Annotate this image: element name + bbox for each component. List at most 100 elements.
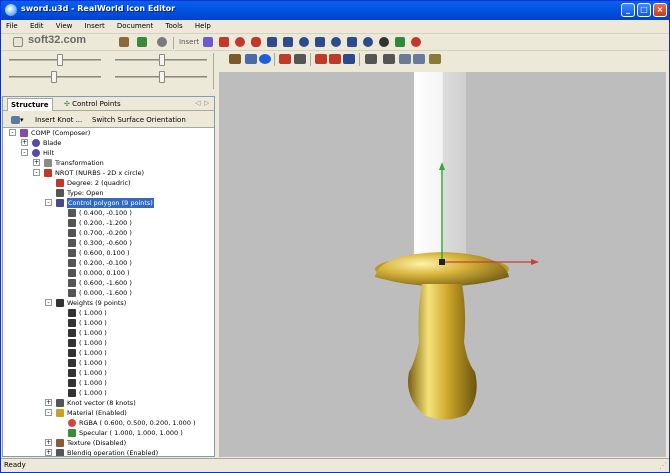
point-icon (68, 289, 76, 297)
expand-icon[interactable]: + (45, 439, 52, 446)
slider-3[interactable] (9, 71, 101, 83)
tree-node-label: Material (Enabled) (67, 409, 127, 417)
menu-edit[interactable]: Edit (25, 20, 49, 33)
maximize-button[interactable]: □ (637, 3, 651, 17)
slider-2[interactable] (115, 54, 207, 66)
object-icon (32, 149, 40, 157)
orbit-icon[interactable] (383, 54, 395, 64)
weight-icon (68, 339, 76, 347)
pivot-handle[interactable] (439, 259, 445, 265)
collapse-icon[interactable]: - (45, 199, 52, 206)
expand-icon[interactable]: + (45, 399, 52, 406)
structure-toolbar: ▾ Insert Knot ... Switch Surface Orienta… (3, 111, 214, 128)
zoom-icon[interactable] (399, 54, 411, 64)
expand-icon[interactable]: + (33, 159, 40, 166)
menu-tools[interactable]: Tools (160, 20, 187, 33)
weight-icon (68, 319, 76, 327)
tab-scroll-right-icon[interactable]: ▷ (204, 99, 209, 107)
pan-icon[interactable] (413, 54, 425, 64)
plugin-icon[interactable] (137, 37, 147, 47)
weight-icon (68, 379, 76, 387)
axis-z-icon[interactable] (343, 54, 355, 64)
menu-file[interactable]: File (1, 20, 23, 33)
menu-help[interactable]: Help (190, 20, 216, 33)
tree-node-label: Hilt (43, 149, 55, 157)
axis-x-icon[interactable] (315, 54, 327, 64)
tree-node-label: ( 0.000, 0.100 ) (79, 269, 130, 277)
insert-ring-icon[interactable] (363, 37, 373, 47)
sword-3d-model (375, 72, 539, 420)
close-button[interactable]: × (653, 3, 667, 17)
tree-node-label: COMP (Composer) (31, 129, 91, 137)
undo-icon[interactable] (157, 37, 167, 47)
insert-knot-button[interactable]: Insert Knot ... (31, 113, 86, 126)
insert-cube-icon[interactable] (219, 37, 229, 47)
insert-ball-icon[interactable] (299, 37, 309, 47)
insert-hat-icon[interactable] (411, 37, 421, 47)
title-bar[interactable]: sword.u3d - RealWorld Icon Editor _ □ × (1, 1, 669, 20)
axis-y-icon[interactable] (329, 54, 341, 64)
minimize-button[interactable]: _ (621, 3, 635, 17)
3d-viewport[interactable] (219, 72, 666, 457)
insert-wheel-icon[interactable] (379, 37, 389, 47)
window-title: sword.u3d - RealWorld Icon Editor (21, 4, 176, 13)
collapse-icon[interactable]: - (45, 409, 52, 416)
paint-icon[interactable] (119, 37, 129, 47)
specular-icon (68, 429, 76, 437)
palette-icon[interactable] (229, 54, 241, 64)
tree-node-label: ( 0.700, -0.200 ) (79, 229, 132, 237)
tab-structure[interactable]: Structure (7, 98, 53, 111)
new-document-icon[interactable] (13, 37, 23, 47)
weight-icon (68, 359, 76, 367)
structure-tree: - COMP (Composer) + Blade - Hilt + Transformati… (3, 128, 214, 456)
expand-icon[interactable]: + (45, 449, 52, 456)
slider-4[interactable] (115, 71, 207, 83)
scale-icon (56, 299, 64, 307)
insert-box-icon[interactable] (283, 37, 293, 47)
insert-cup-icon[interactable] (395, 37, 405, 47)
slider-1[interactable] (9, 54, 101, 66)
light-icon[interactable] (429, 54, 441, 64)
point-icon (68, 219, 76, 227)
structure-menu-button[interactable]: ▾ (7, 113, 28, 126)
weight-icon (68, 389, 76, 397)
menu-document[interactable]: Document (112, 20, 158, 33)
expand-icon[interactable]: + (21, 139, 28, 146)
insert-torus-icon[interactable] (251, 37, 261, 47)
texture-icon (56, 439, 64, 447)
insert-object-icon[interactable] (203, 37, 213, 47)
axis-icon[interactable] (279, 54, 291, 64)
tree-node-label: ( 1.000 ) (79, 369, 107, 377)
collapse-icon[interactable]: - (9, 129, 16, 136)
wrench-icon[interactable] (245, 54, 257, 64)
tree-node-label: Weights (9 points) (67, 299, 127, 307)
collapse-icon[interactable]: - (21, 149, 28, 156)
insert-sphere-icon[interactable] (235, 37, 245, 47)
menu-insert[interactable]: Insert (80, 20, 110, 33)
tree-node-label: ( 1.000 ) (79, 319, 107, 327)
panel-tabs: Structure ✣ Control Points ◁ ▷ (3, 97, 214, 111)
collapse-icon[interactable]: - (33, 169, 40, 176)
composer-icon (20, 129, 28, 137)
insert-cylinder-icon[interactable] (267, 37, 277, 47)
hilt-shape (408, 284, 477, 420)
camera-icon[interactable] (365, 54, 377, 64)
tab-control-points[interactable]: ✣ Control Points (61, 98, 124, 111)
type-icon (56, 189, 64, 197)
switch-surface-orientation-button[interactable]: Switch Surface Orientation (88, 113, 190, 126)
resize-grip-icon[interactable]: ⋰ (659, 461, 667, 470)
tab-scroll-left-icon[interactable]: ◁ (195, 99, 200, 107)
app-icon (5, 4, 17, 16)
polygon-icon (56, 199, 64, 207)
app-window: sword.u3d - RealWorld Icon Editor _ □ × … (0, 0, 670, 473)
collapse-icon[interactable]: - (45, 299, 52, 306)
tree-node-label: Specular ( 1.000, 1.000, 1.000 ) (79, 429, 183, 437)
insert-cone-icon[interactable] (315, 37, 325, 47)
menu-view[interactable]: View (51, 20, 78, 33)
move-icon[interactable] (294, 54, 306, 64)
insert-disk-icon[interactable] (331, 37, 341, 47)
knot-icon (56, 399, 64, 407)
shading-icon[interactable] (259, 54, 271, 64)
insert-drop-icon[interactable] (347, 37, 357, 47)
blade-shape (414, 72, 466, 262)
